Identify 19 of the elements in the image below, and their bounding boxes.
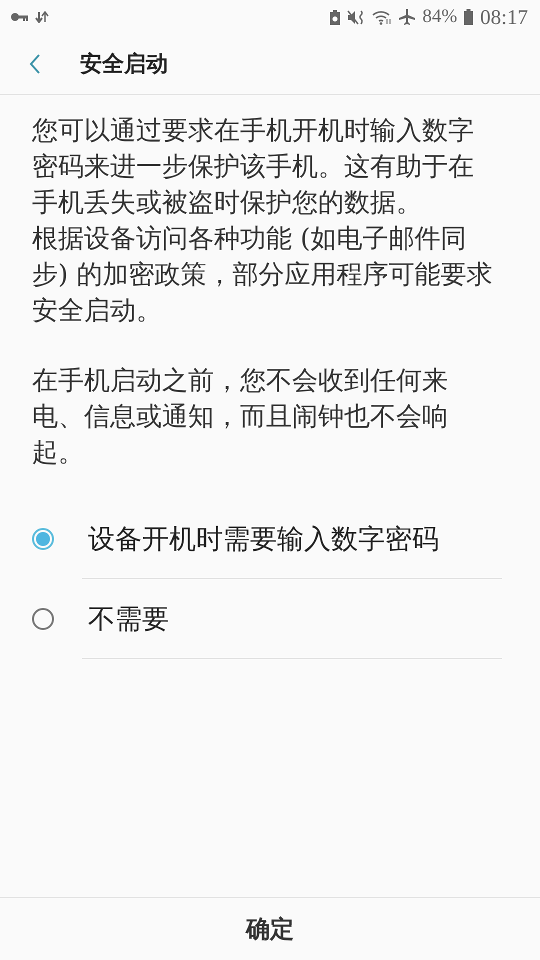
radio-button[interactable]	[32, 528, 54, 550]
battery-icon	[464, 9, 474, 25]
key-icon	[10, 12, 28, 22]
clock-time: 08:17	[480, 4, 528, 30]
confirm-button[interactable]: 确定	[230, 907, 310, 951]
description-text: 在手机启动之前，您不会收到任何来电、信息或通知，而且闹钟也不会响起。	[32, 365, 449, 470]
description-text: 您可以通过要求在手机开机时输入数字密码来进一步保护该手机。这有助于在手机丢失或被盗时保护您的数据。	[32, 115, 475, 220]
mute-vibrate-icon	[347, 10, 366, 24]
back-icon	[28, 52, 42, 76]
battery-saver-icon	[330, 10, 340, 24]
airplane-icon	[399, 9, 416, 25]
data-transfer-icon	[35, 11, 49, 23]
wifi-icon	[372, 10, 392, 24]
page-title: 安全启动	[80, 50, 168, 79]
battery-percent: 84%	[422, 6, 458, 28]
option-label: 不需要	[88, 603, 169, 637]
radio-button[interactable]	[32, 608, 54, 630]
description-text: 根据设备访问各种功能 (如电子邮件同步) 的加密政策，部分应用程序可能要求安全启动。	[32, 223, 494, 328]
option-label: 设备开机时需要输入数字密码	[88, 523, 439, 557]
